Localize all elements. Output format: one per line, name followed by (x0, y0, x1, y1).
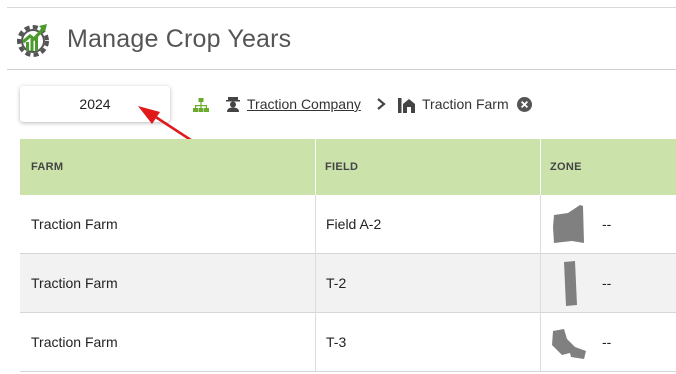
growth-gear-logo-icon (17, 24, 49, 57)
table-header: FARM FIELD ZONE (20, 139, 676, 195)
top-bar (7, 0, 676, 8)
crop-years-page: Manage Crop Years 2024 Traction Company … (0, 0, 676, 374)
column-divider (315, 313, 316, 372)
column-divider (315, 254, 316, 313)
cell-field: Field A-2 (326, 216, 382, 232)
field-boundary-thumbnail (552, 329, 586, 359)
cell-farm: Traction Farm (31, 334, 118, 350)
cell-zone: -- (602, 216, 612, 232)
column-divider (540, 195, 541, 254)
column-divider (540, 139, 541, 195)
breadcrumb-company-link[interactable]: Traction Company (247, 96, 361, 112)
close-circle-icon[interactable] (517, 97, 532, 112)
crop-years-table: FARM FIELD ZONE Traction Farm Field A-2 … (20, 139, 676, 374)
chevron-right-icon (377, 98, 386, 110)
table-row[interactable]: Traction Farm T-3 -- (20, 313, 676, 372)
page-title: Manage Crop Years (67, 25, 292, 53)
field-boundary-thumbnail (553, 205, 584, 243)
header-divider (7, 69, 676, 70)
column-divider (315, 139, 316, 195)
cell-zone: -- (602, 275, 612, 291)
cell-farm: Traction Farm (31, 216, 118, 232)
cell-field: T-2 (326, 275, 347, 291)
cell-field: T-3 (326, 334, 347, 350)
table-row[interactable]: Traction Farm T-2 -- (20, 254, 676, 313)
farmer-icon (226, 97, 240, 112)
column-divider (315, 195, 316, 254)
column-divider (540, 313, 541, 372)
breadcrumb-farm: Traction Farm (422, 96, 509, 112)
column-header-farm[interactable]: FARM (31, 139, 63, 195)
column-header-zone[interactable]: ZONE (550, 139, 582, 195)
cell-zone: -- (602, 334, 612, 350)
cell-farm: Traction Farm (31, 275, 118, 291)
org-hierarchy-icon[interactable] (192, 96, 210, 114)
column-header-field[interactable]: FIELD (325, 139, 358, 195)
field-boundary-thumbnail (564, 261, 577, 306)
page-header: Manage Crop Years (0, 8, 676, 70)
farm-barn-icon (398, 98, 415, 113)
column-divider (540, 254, 541, 313)
table-row[interactable]: Traction Farm Field A-2 -- (20, 195, 676, 254)
